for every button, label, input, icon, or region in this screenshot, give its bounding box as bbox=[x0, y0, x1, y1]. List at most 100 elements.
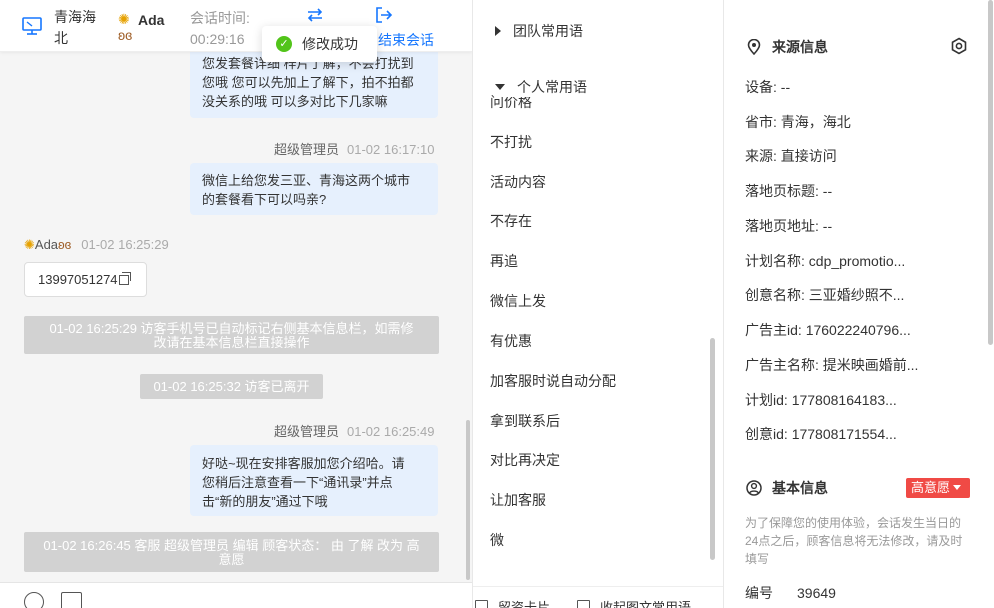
system-message: 01-02 16:26:45 客服 超级管理员 编辑 顾客状态： 由 了解 改为… bbox=[24, 532, 439, 572]
phrase-item[interactable]: 不存在 bbox=[490, 211, 532, 231]
phrase-item[interactable]: 不打扰 bbox=[490, 132, 532, 152]
info-row-creative-id: 创意id: 177808171554... bbox=[745, 424, 897, 444]
end-session-button[interactable]: 结束会话 bbox=[378, 30, 434, 50]
personal-phrases-group[interactable]: 个人常用语 bbox=[495, 77, 587, 97]
emoji-icon[interactable] bbox=[24, 592, 44, 608]
info-value: 直接访问 bbox=[780, 148, 837, 164]
info-row-landing-url: 落地页地址: -- bbox=[745, 216, 832, 236]
phrase-item[interactable]: 微 bbox=[490, 530, 504, 550]
message-time: 01-02 16:17:10 bbox=[347, 142, 435, 157]
collapse-phrases-button[interactable]: 收起图文常用语 bbox=[577, 597, 691, 608]
lead-card-label: 留资卡片 bbox=[498, 600, 551, 608]
success-toast: ✓ 修改成功 bbox=[262, 26, 377, 62]
info-label: 设备: bbox=[745, 79, 777, 95]
info-value: 青海，海北 bbox=[780, 114, 851, 130]
info-value: -- bbox=[822, 218, 833, 234]
sender-name: 超级管理员 bbox=[274, 424, 340, 439]
visitor-name-text: Ada bbox=[138, 12, 165, 28]
info-label: 广告主id: bbox=[745, 322, 802, 338]
info-value: 177808164183... bbox=[791, 392, 897, 408]
message-bubble: 微信上给您发三亚、青海这两个城市 的套餐看下可以吗亲? bbox=[190, 163, 438, 215]
check-icon: ✓ bbox=[276, 36, 292, 52]
info-value: 39649 bbox=[797, 585, 836, 601]
phrase-item[interactable]: 活动内容 bbox=[490, 172, 546, 192]
info-label: 创意id: bbox=[745, 426, 788, 442]
phrase-item[interactable]: 让加客服 bbox=[490, 490, 546, 510]
system-message-line: 01-02 16:25:29 访客手机号已自动标记右侧基本信息栏，如需修 bbox=[49, 321, 414, 336]
visitor-phone-card[interactable]: 13997051274 bbox=[24, 262, 147, 297]
settings-icon[interactable] bbox=[950, 37, 968, 55]
chat-panel: 您发套餐详细 梓片了解，不会打扰到 您哦 您可以先加上了解下，拍不拍都 没关系的… bbox=[0, 0, 472, 608]
user-circle-icon bbox=[746, 480, 762, 496]
team-phrases-group[interactable]: 团队常用语 bbox=[495, 21, 583, 41]
message-sender: ✺Adaʚɞ 01-02 16:25:29 bbox=[24, 237, 169, 253]
phrase-item[interactable]: 加客服时说自动分配 bbox=[490, 371, 616, 391]
info-label: 省市: bbox=[745, 114, 777, 130]
phrase-scrollbar[interactable] bbox=[710, 338, 715, 560]
location-pin-icon bbox=[747, 39, 761, 55]
image-icon[interactable] bbox=[61, 592, 82, 608]
info-value: 三亚婚纱照不... bbox=[808, 287, 905, 303]
chat-toolbar bbox=[0, 582, 472, 608]
logout-icon[interactable] bbox=[375, 7, 393, 23]
message-line: 没关系的哦 可以多对比下几家嘛 bbox=[202, 94, 388, 109]
group-label: 个人常用语 bbox=[517, 79, 587, 95]
message-line: 您稍后注意查看一下“通讯录”并点 bbox=[202, 475, 393, 490]
caret-right-icon bbox=[495, 26, 501, 36]
system-message: 01-02 16:25:32 访客已离开 bbox=[140, 374, 323, 399]
message-line: 您哦 您可以先加上了解下，拍不拍都 bbox=[202, 75, 414, 90]
info-value: 提米映画婚前... bbox=[822, 357, 919, 373]
info-label: 来源: bbox=[745, 148, 777, 164]
system-message-line: 改请在基本信息栏直接操作 bbox=[153, 335, 310, 350]
system-message-line: 意愿 bbox=[218, 552, 245, 567]
phrase-item[interactable]: 再追 bbox=[490, 251, 518, 271]
basic-info-title: 基本信息 bbox=[746, 478, 828, 498]
info-row-source: 来源: 直接访问 bbox=[745, 146, 837, 166]
message-line: 好哒~现在安排客服加您介绍哈。请 bbox=[202, 456, 405, 471]
info-row-plan-id: 计划id: 177808164183... bbox=[745, 390, 897, 410]
intent-status-dropdown[interactable]: 高意愿 bbox=[906, 478, 970, 498]
toast-text: 修改成功 bbox=[302, 36, 358, 52]
system-message: 01-02 16:25:29 访客手机号已自动标记右侧基本信息栏，如需修 改请在… bbox=[24, 316, 439, 354]
info-edit-notice: 为了保障您的使用体验，会话发生当日的24点之后，顾客信息将无法修改，请及时填写 bbox=[745, 516, 963, 566]
lead-card-button[interactable]: 留资卡片 bbox=[475, 597, 550, 608]
transfer-icon[interactable] bbox=[306, 7, 324, 23]
info-row-landing-title: 落地页标题: -- bbox=[745, 181, 832, 201]
info-label: 落地页地址: bbox=[745, 218, 819, 234]
document-icon bbox=[577, 600, 590, 608]
chat-scrollbar[interactable] bbox=[466, 420, 470, 580]
phrase-item[interactable]: 微信上发 bbox=[490, 291, 546, 311]
collapse-phrases-label: 收起图文常用语 bbox=[600, 600, 692, 608]
section-label: 来源信息 bbox=[772, 39, 828, 55]
sun-emoji-icon: ✺ bbox=[24, 237, 35, 252]
info-value: 177808171554... bbox=[791, 426, 897, 442]
system-message-line: 01-02 16:26:45 客服 超级管理员 编辑 顾客状态： 由 了解 改为… bbox=[43, 538, 420, 553]
info-label: 计划名称: bbox=[745, 253, 805, 269]
info-label: 计划id: bbox=[745, 392, 788, 408]
phrase-item[interactable]: 对比再决定 bbox=[490, 450, 560, 470]
phrase-item[interactable]: 拿到联系后 bbox=[490, 411, 560, 431]
group-label: 团队常用语 bbox=[513, 23, 583, 39]
info-value: -- bbox=[780, 79, 791, 95]
visitor-info-panel: 来源信息 设备: -- 省市: 青海，海北 来源: 直接访问 落地页标题: --… bbox=[724, 0, 994, 608]
info-row-number: 编号 39649 bbox=[745, 583, 836, 603]
info-value: 176022240796... bbox=[805, 322, 911, 338]
session-time-label: 会话时间: bbox=[190, 10, 250, 26]
section-label: 基本信息 bbox=[772, 480, 828, 496]
intent-status-label: 高意愿 bbox=[911, 480, 951, 495]
message-line: 的套餐看下可以吗亲? bbox=[202, 192, 327, 207]
phrase-item[interactable]: 有优惠 bbox=[490, 331, 532, 351]
sun-emoji-icon: ✺ bbox=[118, 11, 130, 27]
phrase-panel: 问价格 团队常用语 个人常用语 不打扰 活动内容 不存在 再追 微信上发 有优惠… bbox=[472, 0, 724, 608]
message-time: 01-02 16:25:29 bbox=[81, 237, 169, 252]
copy-icon[interactable] bbox=[118, 272, 131, 285]
info-row-plan-name: 计划名称: cdp_promotio... bbox=[745, 251, 905, 271]
system-message-line: 01-02 16:25:32 访客已离开 bbox=[153, 379, 310, 394]
info-scrollbar[interactable] bbox=[988, 0, 993, 345]
message-line: 微信上给您发三亚、青海这两个城市 bbox=[202, 173, 411, 188]
monitor-icon bbox=[22, 17, 42, 35]
message-bubble: 好哒~现在安排客服加您介绍哈。请 您稍后注意查看一下“通讯录”并点 击“新的朋友… bbox=[190, 445, 438, 516]
message-sender: 超级管理员 01-02 16:25:49 bbox=[274, 421, 434, 440]
info-label: 广告主名称: bbox=[745, 357, 819, 373]
document-icon bbox=[475, 600, 488, 608]
